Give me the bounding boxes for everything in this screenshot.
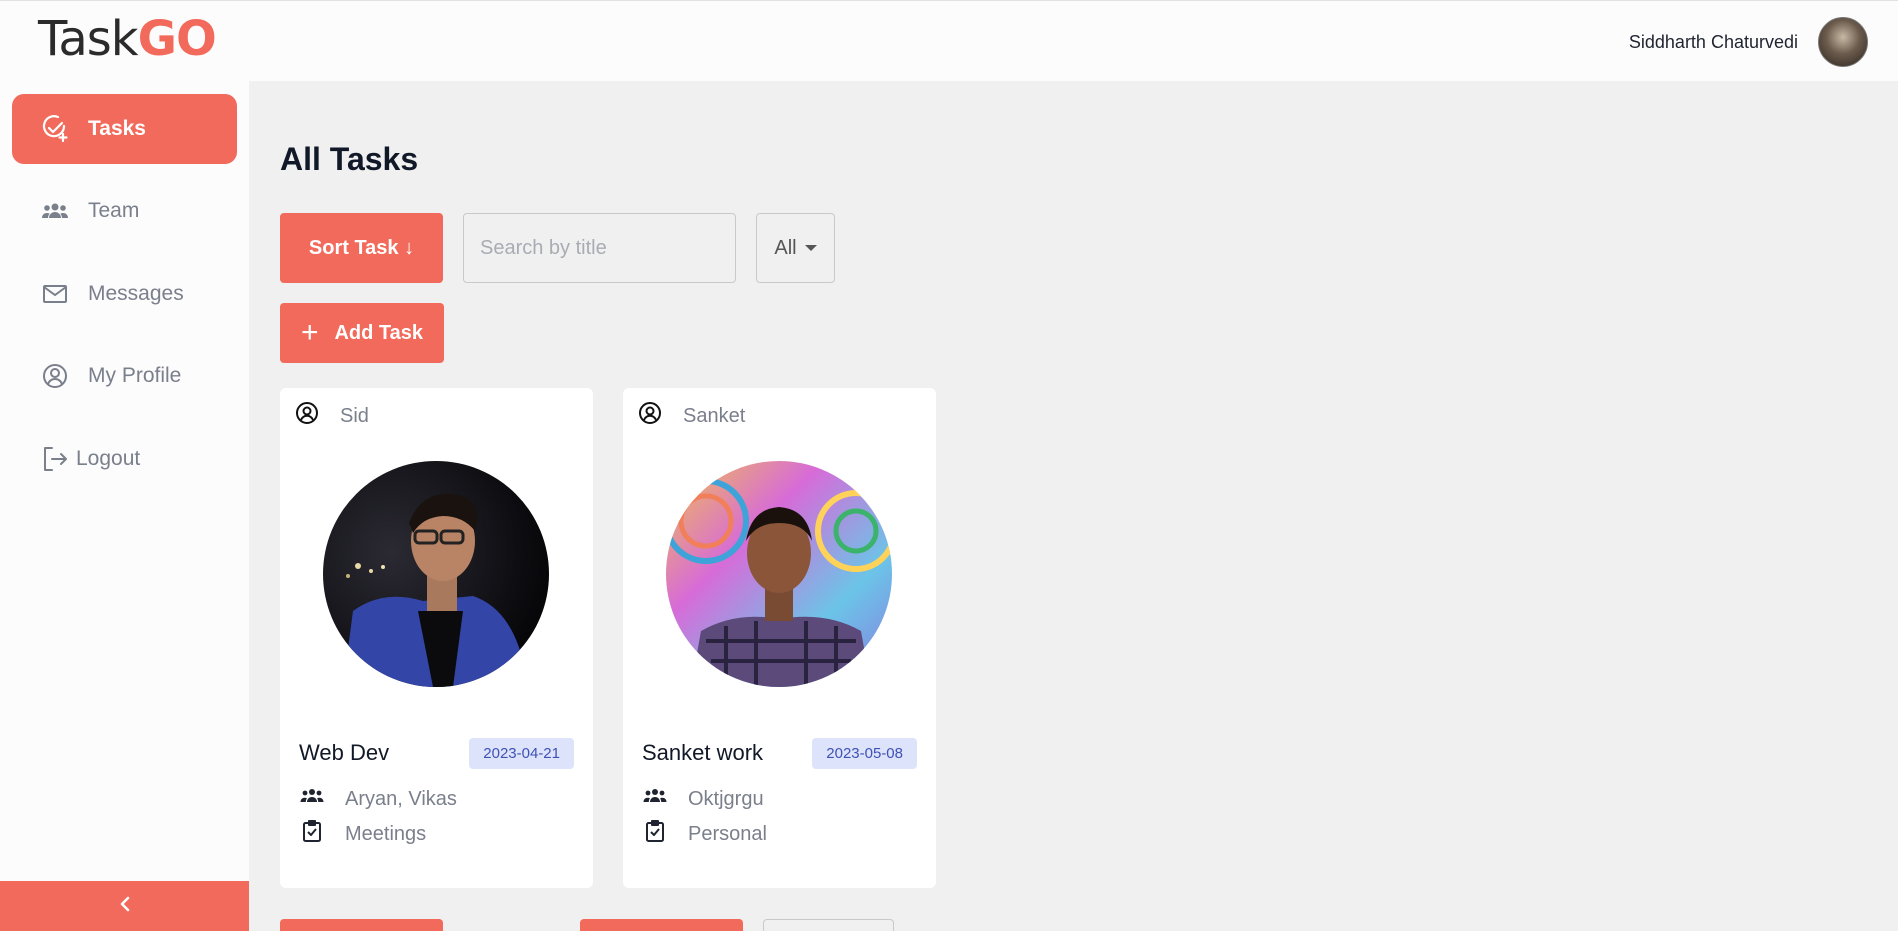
mail-icon [40,279,70,309]
task-photo [323,461,549,687]
task-members-text: Oktjgrgu [688,787,764,810]
user-name: Siddharth Chaturvedi [1628,31,1798,52]
main-content: All Tasks Sort Task ↓ All + Add Task Sid [249,81,1898,931]
sidebar-item-my-profile[interactable]: My Profile [12,341,237,411]
sort-task-button[interactable]: Sort Task ↓ [280,213,443,283]
task-card[interactable]: Sid Web Dev 2023-04-21 Aryan, Vikas Meet… [280,388,593,888]
user-menu[interactable]: Siddharth Chaturvedi [1629,17,1868,67]
sidebar-item-label: My Profile [88,364,182,387]
top-bar: TaskGO Siddharth Chaturvedi [0,0,1898,81]
plus-icon: + [300,316,319,349]
user-circle-icon [637,400,663,432]
task-card[interactable]: Sanket Sanket work 2023-05-08 Oktjgrgu P… [623,388,936,888]
app-logo[interactable]: TaskGO [38,11,217,67]
task-date-badge: 2023-04-21 [469,738,574,769]
user-circle-icon [40,361,70,391]
task-owner-name: Sid [340,404,369,427]
task-members: Aryan, Vikas [299,783,457,815]
sidebar-item-label: Messages [88,282,184,305]
task-category-text: Personal [688,822,767,845]
team-icon [299,783,325,815]
filter-select[interactable]: All [756,213,835,283]
task-title: Web Dev [299,740,390,765]
sidebar: Tasks Team Messages My Profile Logout [0,81,249,931]
pagination-button[interactable] [580,919,743,931]
sidebar-item-tasks[interactable]: Tasks [12,94,237,164]
logout-icon [40,444,70,474]
add-task-label: Add Task [334,321,424,344]
task-title: Sanket work [642,740,764,765]
sidebar-item-messages[interactable]: Messages [12,259,237,329]
sidebar-collapse-button[interactable] [0,881,249,931]
team-icon [642,783,668,815]
sidebar-item-team[interactable]: Team [12,176,237,246]
task-date-badge: 2023-05-08 [812,738,917,769]
sidebar-item-logout[interactable]: Logout [12,424,237,494]
task-category: Meetings [299,818,426,850]
user-circle-icon [294,400,320,432]
sidebar-item-label: Team [88,199,140,222]
logo-accent: GO [137,11,217,67]
add-task-button[interactable]: + Add Task [280,303,444,363]
task-owner-name: Sanket [683,404,746,427]
sidebar-item-label: Logout [76,447,141,470]
search-input[interactable] [463,213,736,283]
clipboard-check-icon [642,818,668,850]
pagination-button[interactable] [280,919,443,931]
task-owner: Sanket [637,400,745,432]
team-icon [40,196,70,226]
pagination-select[interactable] [763,919,894,931]
clipboard-check-icon [299,818,325,850]
logo-main: Task [38,11,139,67]
caret-down-icon [804,245,817,251]
user-avatar[interactable] [1818,17,1868,67]
task-owner: Sid [294,400,369,432]
task-photo [666,461,892,687]
task-members: Oktjgrgu [642,783,764,815]
task-category-text: Meetings [345,822,427,845]
filter-select-value: All [774,236,797,259]
task-category: Personal [642,818,767,850]
task-members-text: Aryan, Vikas [345,787,457,810]
task-check-icon [40,114,70,144]
sidebar-item-label: Tasks [88,117,146,140]
page-title: All Tasks [280,141,419,177]
chevron-left-icon [118,895,132,918]
